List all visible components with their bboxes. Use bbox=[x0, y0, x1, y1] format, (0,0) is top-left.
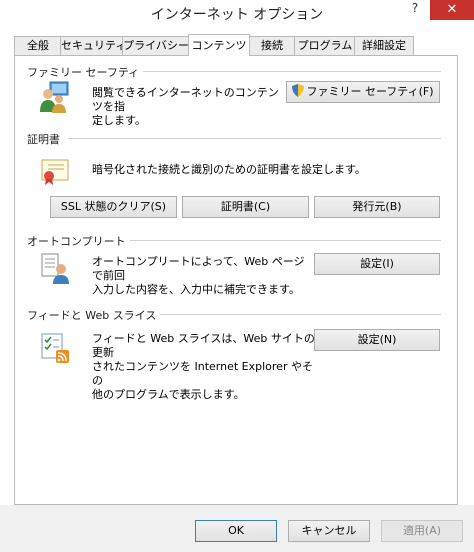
certificates-divider bbox=[68, 138, 441, 139]
certificate-icon bbox=[41, 159, 69, 185]
feeds-desc-line3: 他のプログラムで表示します。 bbox=[92, 388, 245, 401]
clear-ssl-state-button[interactable]: SSL 状態のクリア(S) bbox=[50, 196, 177, 218]
feeds-group-title: フィードと Web スライス bbox=[27, 307, 161, 323]
dialog-footer: OK キャンセル 適用(A) bbox=[0, 505, 474, 552]
certificates-button[interactable]: 証明書(C) bbox=[182, 196, 309, 218]
family-safety-group-title: ファミリー セーフティ bbox=[27, 64, 144, 80]
autocomplete-icon bbox=[41, 253, 69, 284]
feeds-desc-line2: されたコンテンツを Internet Explorer やその bbox=[92, 360, 313, 387]
close-button[interactable]: ✕ bbox=[430, 0, 474, 20]
apply-button[interactable]: 適用(A) bbox=[381, 520, 463, 542]
feeds-settings-button[interactable]: 設定(N) bbox=[314, 329, 440, 351]
title-bar: インターネット オプション ? ✕ bbox=[0, 0, 474, 26]
family-safety-button-label: ファミリー セーフティ(F) bbox=[306, 85, 434, 98]
help-button[interactable]: ? bbox=[402, 0, 428, 20]
certificates-group-title: 証明書 bbox=[27, 131, 64, 147]
tab-general[interactable]: 全般 bbox=[14, 36, 62, 55]
family-safety-description: 閲覧できるインターネットのコンテンツを指 定します。 bbox=[92, 86, 287, 128]
tab-strip: 全般 セキュリティ プライバシー コンテンツ 接続 プログラム 詳細設定 bbox=[14, 34, 454, 56]
feeds-description: フィードと Web スライスは、Web サイトの更新 されたコンテンツを Int… bbox=[92, 332, 317, 402]
feeds-icon bbox=[41, 333, 69, 363]
tab-programs[interactable]: プログラム bbox=[294, 36, 356, 55]
close-icon: ✕ bbox=[446, 2, 458, 17]
family-icon bbox=[40, 81, 69, 113]
publishers-button[interactable]: 発行元(B) bbox=[314, 196, 440, 218]
autocomplete-divider bbox=[110, 240, 441, 241]
tab-security[interactable]: セキュリティ bbox=[60, 36, 126, 55]
tab-connections[interactable]: 接続 bbox=[248, 36, 296, 55]
ok-button[interactable]: OK bbox=[195, 520, 277, 542]
certificates-description: 暗号化された接続と識別のための証明書を設定します。 bbox=[92, 163, 366, 176]
shield-icon bbox=[292, 84, 305, 97]
tab-content[interactable]: コンテンツ bbox=[188, 34, 250, 56]
tab-advanced[interactable]: 詳細設定 bbox=[354, 36, 414, 55]
autocomplete-settings-button[interactable]: 設定(I) bbox=[314, 253, 440, 275]
autocomplete-description: オートコンプリートによって、Web ページで前回 入力した内容を、入力中に補完で… bbox=[92, 255, 312, 297]
autocomplete-desc-line2: 入力した内容を、入力中に補完できます。 bbox=[92, 283, 300, 296]
tab-privacy[interactable]: プライバシー bbox=[122, 36, 190, 55]
autocomplete-group-title: オートコンプリート bbox=[27, 233, 130, 249]
feeds-desc-line1: フィードと Web スライスは、Web サイトの更新 bbox=[92, 332, 315, 359]
family-safety-desc-line1: 閲覧できるインターネットのコンテンツを指 bbox=[92, 86, 279, 113]
autocomplete-desc-line1: オートコンプリートによって、Web ページで前回 bbox=[92, 255, 305, 282]
cancel-button[interactable]: キャンセル bbox=[288, 520, 370, 542]
family-safety-button[interactable]: ファミリー セーフティ(F) bbox=[286, 81, 440, 103]
family-safety-desc-line2: 定します。 bbox=[92, 114, 146, 127]
feeds-divider bbox=[136, 314, 441, 315]
family-safety-divider bbox=[118, 71, 441, 72]
